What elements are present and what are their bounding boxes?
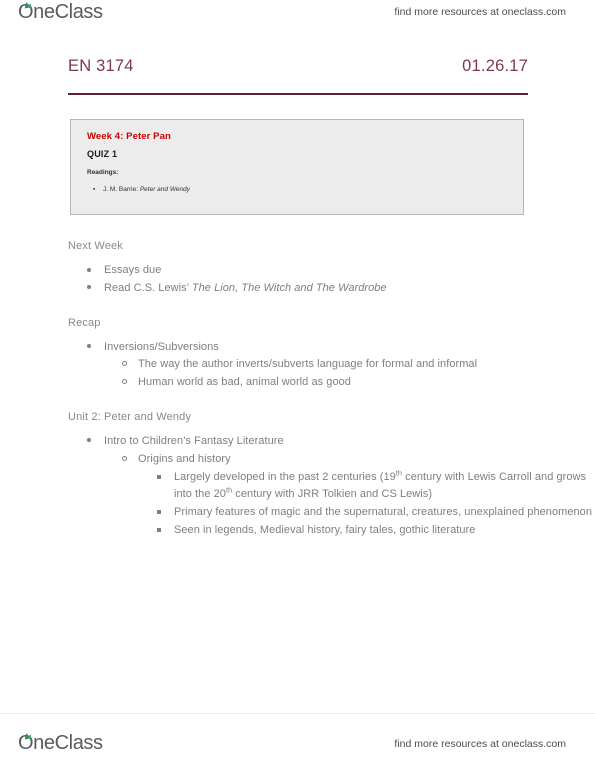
square-bullet-icon: ▪ [93, 186, 96, 193]
list-item-text: Primary features of magic and the supern… [174, 506, 593, 519]
list-item: Read C.S. Lewis’ The Lion, The Witch and… [87, 280, 595, 298]
list-item: Essays due [87, 262, 595, 280]
top-watermark-bar: OneClass find more resources at oneclass… [0, 0, 595, 40]
oneclass-logo[interactable]: OneClass [18, 1, 103, 24]
square-bullet-icon [157, 510, 161, 515]
round-bullet-icon [87, 285, 91, 290]
callout-title: Week 4: Peter Pan [87, 131, 171, 142]
list-item-text: Intro to Children’s Fantasy Literature [104, 434, 284, 447]
course-code: EN 3174 [68, 57, 134, 75]
book-title: The Lion, The Witch and The Wardrobe [191, 281, 387, 294]
square-bullet-icon [157, 527, 161, 532]
list-item: The way the author inverts/subverts lang… [122, 356, 595, 374]
section-heading-recap: Recap [68, 316, 101, 329]
section-heading-next-week: Next Week [68, 240, 123, 252]
list-item-text: Origins and history [138, 452, 231, 465]
header-divider [68, 93, 528, 95]
footer-watermark-bar: OneClass find more resources at oneclass… [0, 728, 595, 770]
list-item: Inversions/Subversions The way the autho… [87, 339, 595, 392]
round-bullet-icon [87, 344, 91, 349]
list-item-text: Largely developed in the past 2 centurie… [174, 467, 587, 501]
unit-2-sublist: Origins and history Largely developed in… [104, 451, 595, 540]
list-item: Largely developed in the past 2 centurie… [157, 467, 595, 505]
list-item: Origins and history Largely developed in… [122, 451, 595, 540]
list-item-text: Human world as bad, animal world as good [138, 376, 351, 389]
callout-subtitle: QUIZ 1 [87, 149, 118, 159]
list-item-text: Essays due [104, 264, 162, 276]
unit-2-subsublist: Largely developed in the past 2 centurie… [138, 469, 595, 540]
lecture-notes-body: Next Week Essays due Read C.S. Lewis’ Th… [0, 240, 595, 540]
recap-sublist: The way the author inverts/subverts lang… [104, 356, 595, 392]
callout-readings-label: Readings: [87, 169, 119, 176]
callout-readings-list: ▪ J. M. Barrie: Peter and Wendy [93, 186, 190, 193]
reading-author: J. M. Barrie: [103, 186, 140, 193]
hollow-circle-bullet-icon [122, 361, 127, 367]
list-item: Primary features of magic and the supern… [157, 504, 595, 522]
unit-2-list: Intro to Children’s Fantasy Literature O… [0, 433, 595, 540]
round-bullet-icon [87, 267, 91, 272]
reading-work-title: Peter and Wendy [139, 186, 190, 193]
list-item-text: Read C.S. Lewis’ [104, 281, 192, 294]
list-item: Human world as bad, animal world as good [122, 374, 595, 392]
hollow-circle-bullet-icon [122, 455, 127, 461]
list-item-text: Inversions/Subversions [104, 340, 219, 353]
list-item: Intro to Children’s Fantasy Literature O… [87, 433, 595, 540]
oneclass-logo-footer[interactable]: OneClass [18, 732, 103, 755]
list-item: Seen in legends, Medieval history, fairy… [157, 522, 595, 540]
recap-list: Inversions/Subversions The way the autho… [0, 339, 595, 392]
footer-divider [0, 713, 595, 714]
week-callout-box: Week 4: Peter Pan QUIZ 1 Readings: ▪ J. M… [70, 119, 524, 215]
list-item-text: Seen in legends, Medieval history, fairy… [174, 523, 476, 536]
next-week-list: Essays due Read C.S. Lewis’ The Lion, Th… [0, 262, 595, 298]
square-bullet-icon [157, 474, 161, 479]
header-watermark-text: find more resources at oneclass.com [394, 6, 566, 18]
hollow-circle-bullet-icon [122, 379, 127, 385]
section-heading-unit-2: Unit 2: Peter and Wendy [68, 410, 192, 423]
document-date: 01.26.17 [462, 57, 528, 75]
list-item-text: The way the author inverts/subverts lang… [138, 358, 478, 371]
footer-watermark-text: find more resources at oneclass.com [394, 738, 566, 750]
document-header: EN 3174 01.26.17 [68, 57, 528, 91]
round-bullet-icon [87, 438, 91, 443]
